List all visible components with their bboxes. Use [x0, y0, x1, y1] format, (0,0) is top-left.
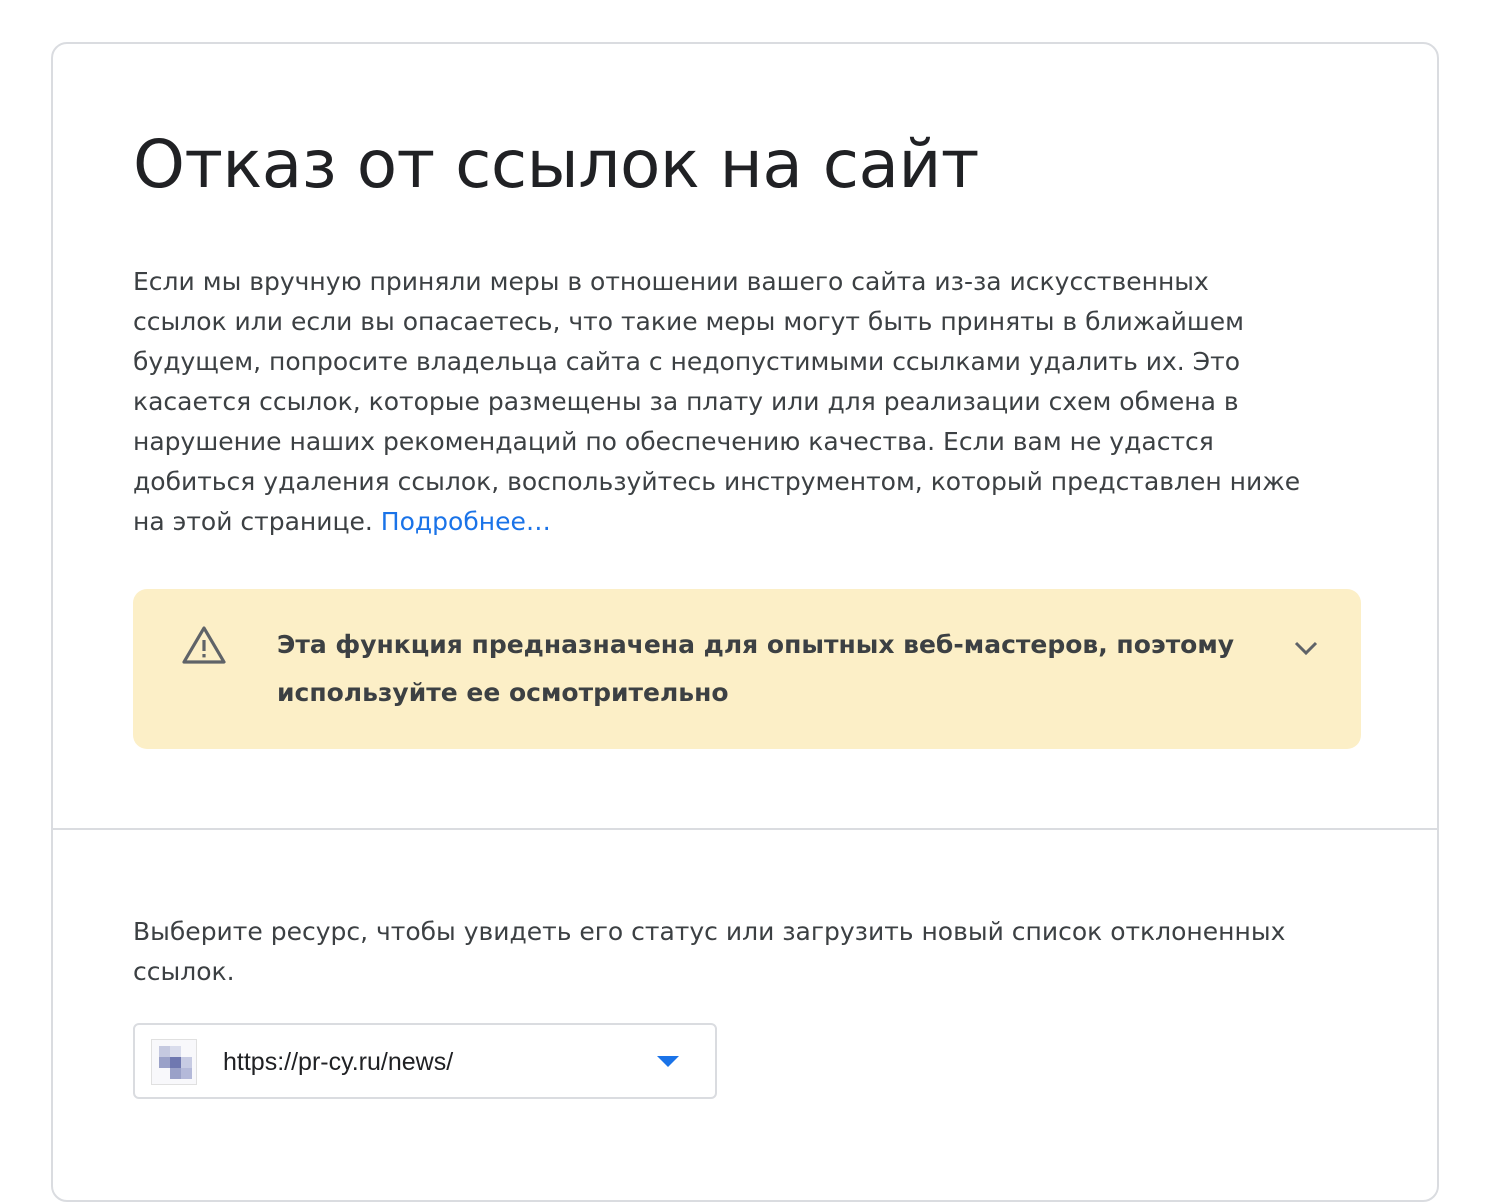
warning-triangle-icon	[182, 626, 226, 664]
intro-paragraph: Если мы вручную приняли меры в отношении…	[133, 262, 1303, 542]
disavow-card: Отказ от ссылок на сайт Если мы вручную …	[51, 42, 1439, 1202]
section-divider	[53, 828, 1437, 830]
select-resource-prompt: Выберите ресурс, чтобы увидеть его стату…	[133, 917, 1286, 986]
selected-resource-url: https://pr-cy.ru/news/	[223, 1048, 454, 1076]
intro-text: Если мы вручную приняли меры в отношении…	[133, 267, 1301, 536]
learn-more-link[interactable]: Подробнее…	[381, 507, 551, 536]
warning-banner[interactable]: Эта функция предназначена для опытных ве…	[133, 589, 1361, 749]
intro-section: Отказ от ссылок на сайт Если мы вручную …	[53, 44, 1437, 830]
page-title: Отказ от ссылок на сайт	[133, 126, 979, 203]
resource-selector[interactable]: https://pr-cy.ru/news/	[133, 1023, 717, 1099]
dropdown-arrow-icon[interactable]	[657, 1056, 679, 1067]
warning-text: Эта функция предназначена для опытных ве…	[277, 630, 1235, 707]
site-favicon-icon	[151, 1039, 197, 1085]
chevron-down-icon[interactable]	[1291, 633, 1321, 663]
